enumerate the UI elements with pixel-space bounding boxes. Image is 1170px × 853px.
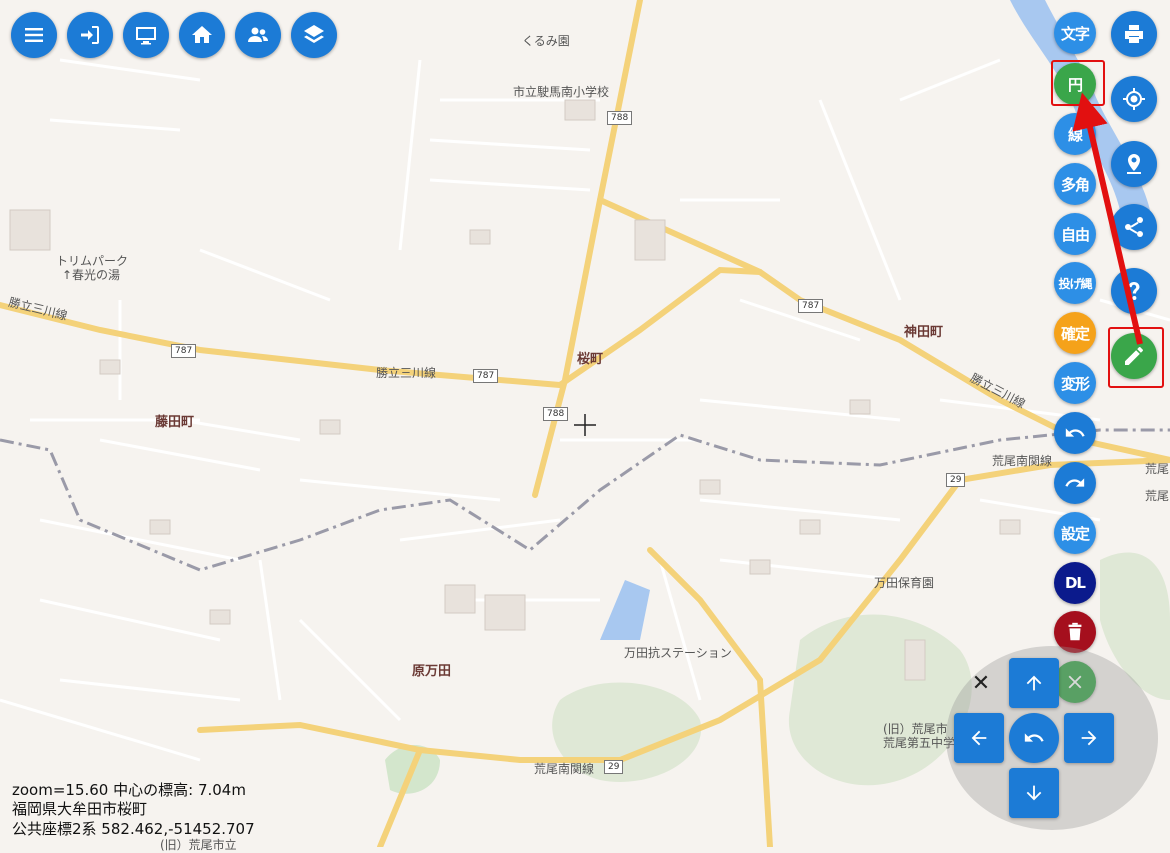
redo-icon xyxy=(1065,478,1085,487)
pan-down-button[interactable] xyxy=(1009,768,1059,818)
arrow-right-icon xyxy=(1081,730,1097,746)
place-label: 万田抗ステーション xyxy=(624,646,732,660)
freehand-tool-button[interactable]: 自由 xyxy=(1054,213,1096,255)
monitor-icon xyxy=(136,27,156,45)
pan-reset-button[interactable] xyxy=(1009,713,1059,763)
crosshair-icon xyxy=(1123,88,1145,110)
zoom-elevation-text: zoom=15.60 中心の標高: 7.04m xyxy=(12,781,246,799)
print-button[interactable] xyxy=(1111,11,1157,57)
undo-button[interactable] xyxy=(1054,412,1096,454)
route-shield: 787 xyxy=(171,344,197,358)
route-shield: 788 xyxy=(607,111,633,125)
route-shield: 29 xyxy=(946,473,966,487)
route-shield: 29 xyxy=(604,760,624,774)
trash-icon xyxy=(1068,622,1082,641)
place-label: ↑春光の湯 xyxy=(62,268,121,282)
coordinate-text: 公共座標2系 582.462,-51452.707 xyxy=(12,820,255,838)
home-icon xyxy=(192,26,212,43)
login-icon xyxy=(81,26,99,44)
text-tool-button[interactable]: 文字 xyxy=(1054,12,1096,54)
confirm-tool-button[interactable]: 確定 xyxy=(1054,312,1096,354)
place-label: 万田保育園 xyxy=(874,576,935,590)
road-label: 荒尾南関線 xyxy=(992,454,1053,468)
pan-left-button[interactable] xyxy=(954,713,1004,763)
users-button[interactable] xyxy=(235,12,281,58)
printer-icon xyxy=(1125,25,1143,43)
arrow-left-icon xyxy=(971,730,987,746)
download-button[interactable]: DL xyxy=(1054,562,1096,604)
place-label: くるみ園 xyxy=(522,34,570,48)
town-label: 神田町 xyxy=(904,325,944,340)
place-button[interactable] xyxy=(1111,141,1157,187)
share-button[interactable] xyxy=(1111,204,1157,250)
pad-close-icon[interactable]: ✕ xyxy=(970,673,992,695)
transform-tool-button[interactable]: 変形 xyxy=(1054,362,1096,404)
draw-button-highlight xyxy=(1108,327,1164,388)
arrow-down-icon xyxy=(1026,785,1042,801)
share-icon xyxy=(1125,217,1143,237)
polygon-tool-button[interactable]: 多角 xyxy=(1054,163,1096,205)
redo-button[interactable] xyxy=(1054,462,1096,504)
town-label: 藤田町 xyxy=(155,415,195,430)
route-shield: 787 xyxy=(473,369,499,383)
screen-button[interactable] xyxy=(123,12,169,58)
place-label: 荒尾第五中学 xyxy=(883,736,956,750)
users-icon xyxy=(248,27,268,42)
settings-tool-button[interactable]: 設定 xyxy=(1054,512,1096,554)
undo-icon xyxy=(1065,428,1085,437)
home-button[interactable] xyxy=(179,12,225,58)
reset-icon xyxy=(1024,733,1044,742)
pan-up-button[interactable] xyxy=(1009,658,1059,708)
login-button[interactable] xyxy=(67,12,113,58)
help-button[interactable] xyxy=(1111,268,1157,314)
town-label: 原万田 xyxy=(412,664,452,679)
locate-button[interactable] xyxy=(1111,76,1157,122)
route-shield: 787 xyxy=(798,299,824,313)
address-text: 福岡県大牟田市桜町 xyxy=(12,800,148,818)
pan-right-button[interactable] xyxy=(1064,713,1114,763)
map-pin-icon xyxy=(1127,154,1141,174)
menu-button[interactable] xyxy=(11,12,57,58)
route-shield: 788 xyxy=(543,407,569,421)
help-icon xyxy=(1128,282,1140,300)
layers-button[interactable] xyxy=(291,12,337,58)
road-label: 勝立三川線 xyxy=(376,366,437,380)
road-label: 荒尾南関線 xyxy=(534,762,595,776)
place-label: 荒尾 xyxy=(1145,489,1170,503)
layers-icon xyxy=(304,25,324,43)
arrow-up-icon xyxy=(1026,675,1042,691)
circle-tool-highlight xyxy=(1051,60,1105,106)
place-label: 荒尾 xyxy=(1145,462,1170,476)
menu-icon xyxy=(25,28,43,42)
line-tool-button[interactable]: 線 xyxy=(1054,113,1096,155)
lasso-tool-button[interactable]: 投げ縄 xyxy=(1054,262,1096,304)
town-label: 桜町 xyxy=(577,352,604,367)
place-label: 市立駛馬南小学校 xyxy=(513,85,610,99)
